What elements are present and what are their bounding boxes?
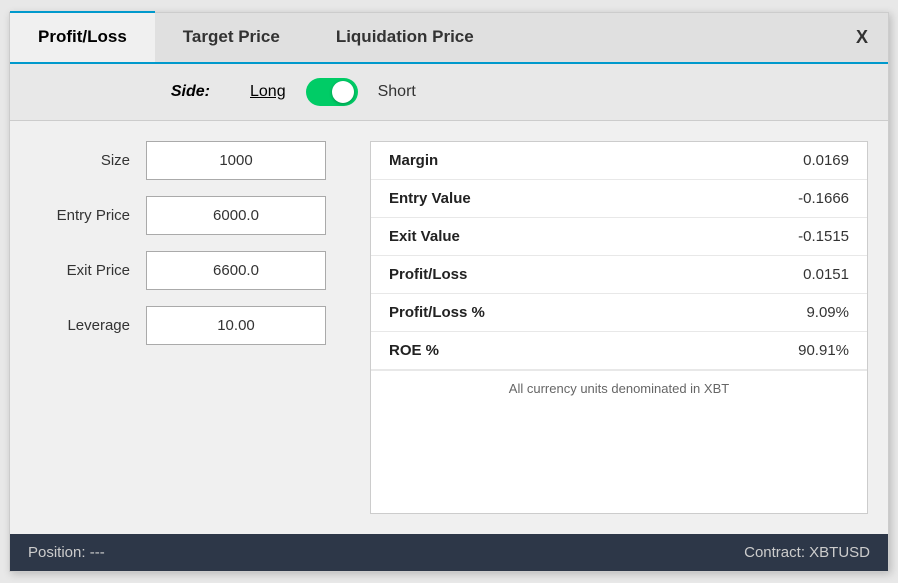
profit-loss-value: 0.0151: [803, 266, 849, 283]
result-row-profit-loss: Profit/Loss 0.0151: [371, 256, 867, 294]
profit-loss-pct-value: 9.09%: [806, 304, 849, 321]
profit-loss-pct-label: Profit/Loss %: [389, 304, 485, 321]
form-row-size: Size: [30, 141, 350, 180]
result-row-profit-loss-pct: Profit/Loss % 9.09%: [371, 294, 867, 332]
side-long-option[interactable]: Long: [250, 83, 286, 101]
result-row-margin: Margin 0.0169: [371, 142, 867, 180]
margin-value: 0.0169: [803, 152, 849, 169]
roe-label: ROE %: [389, 342, 439, 359]
position-status: Position: ---: [28, 544, 105, 561]
leverage-label: Leverage: [30, 317, 130, 334]
form-row-leverage: Leverage: [30, 306, 350, 345]
side-options: Long Short: [250, 78, 416, 106]
form-row-exit-price: Exit Price: [30, 251, 350, 290]
result-row-exit-value: Exit Value -0.1515: [371, 218, 867, 256]
size-input[interactable]: [146, 141, 326, 180]
side-toggle[interactable]: [306, 78, 358, 106]
roe-value: 90.91%: [798, 342, 849, 359]
tab-profit-loss[interactable]: Profit/Loss: [10, 11, 155, 62]
margin-label: Margin: [389, 152, 438, 169]
entry-value-value: -0.1666: [798, 190, 849, 207]
tab-target-price[interactable]: Target Price: [155, 13, 308, 62]
side-short-option[interactable]: Short: [378, 83, 416, 101]
exit-value-value: -0.1515: [798, 228, 849, 245]
toggle-thumb: [332, 81, 354, 103]
exit-price-input[interactable]: [146, 251, 326, 290]
side-row: Side: Long Short: [10, 64, 888, 121]
status-bar: Position: --- Contract: XBTUSD: [10, 534, 888, 571]
exit-value-label: Exit Value: [389, 228, 460, 245]
result-row-roe: ROE % 90.91%: [371, 332, 867, 370]
contract-status: Contract: XBTUSD: [744, 544, 870, 561]
entry-price-label: Entry Price: [30, 207, 130, 224]
side-label: Side:: [30, 83, 210, 101]
result-row-entry-value: Entry Value -0.1666: [371, 180, 867, 218]
entry-value-label: Entry Value: [389, 190, 471, 207]
results-panel: Margin 0.0169 Entry Value -0.1666 Exit V…: [370, 141, 868, 514]
profit-loss-label: Profit/Loss: [389, 266, 467, 283]
main-content: Size Entry Price Exit Price Leverage Mar…: [10, 121, 888, 534]
results-note: All currency units denominated in XBT: [371, 370, 867, 406]
entry-price-input[interactable]: [146, 196, 326, 235]
left-form: Size Entry Price Exit Price Leverage: [30, 141, 350, 514]
close-button[interactable]: X: [836, 13, 888, 62]
form-row-entry-price: Entry Price: [30, 196, 350, 235]
leverage-input[interactable]: [146, 306, 326, 345]
calculator-panel: Profit/Loss Target Price Liquidation Pri…: [9, 12, 889, 572]
toggle-track: [306, 78, 358, 106]
size-label: Size: [30, 152, 130, 169]
exit-price-label: Exit Price: [30, 262, 130, 279]
tab-bar: Profit/Loss Target Price Liquidation Pri…: [10, 13, 888, 64]
tab-liquidation-price[interactable]: Liquidation Price: [308, 13, 502, 62]
